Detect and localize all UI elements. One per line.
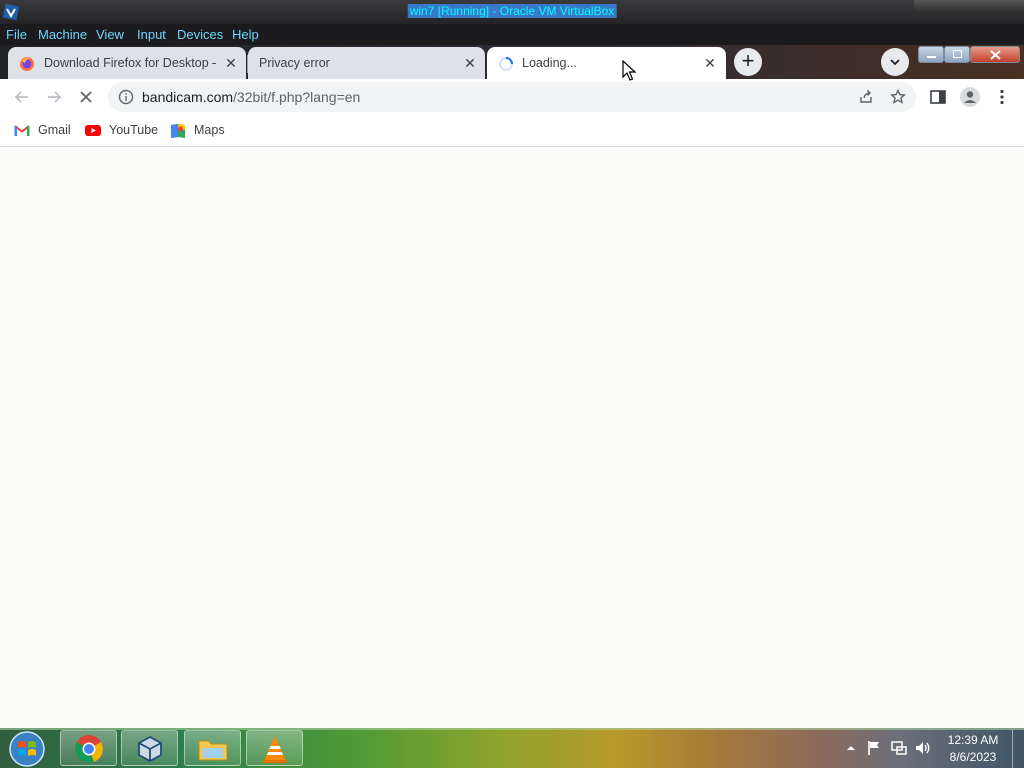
show-desktop-button[interactable] — [1012, 730, 1024, 768]
side-panel-icon[interactable] — [928, 87, 948, 107]
new-tab-button[interactable]: + — [734, 48, 762, 76]
mouse-cursor-icon — [622, 60, 636, 81]
bookmarks-bar: Gmail YouTube Maps — [0, 115, 1024, 147]
menu-view[interactable]: View — [96, 27, 124, 42]
taskbar-vlc[interactable] — [246, 730, 303, 766]
minimize-icon — [927, 56, 936, 58]
bookmark-label: Gmail — [38, 123, 71, 137]
virtualbox-icon — [2, 3, 20, 21]
network-icon[interactable] — [890, 740, 908, 756]
site-info-icon[interactable] — [118, 89, 134, 105]
menu-machine[interactable]: Machine — [38, 27, 87, 42]
stop-loading-icon[interactable] — [76, 87, 96, 107]
page-content[interactable] — [0, 148, 1024, 728]
back-arrow-icon[interactable] — [12, 87, 32, 107]
clock-time[interactable]: 12:39 AM — [940, 733, 1006, 748]
window-controls — [918, 46, 1022, 63]
vlc-icon — [263, 736, 287, 763]
spinner-icon — [499, 57, 513, 71]
tab-separator — [247, 55, 248, 73]
tab-search-button[interactable] — [881, 48, 909, 76]
volume-icon[interactable] — [914, 740, 932, 756]
taskbar-chrome[interactable] — [60, 730, 117, 766]
tab-title: Download Firefox for Desktop — — [44, 56, 216, 70]
explorer-icon — [198, 740, 228, 761]
bookmark-label: YouTube — [109, 123, 159, 137]
bookmark-maps[interactable]: Maps — [170, 123, 230, 139]
tab-strip: Download Firefox for Desktop — ✕ Privacy… — [0, 45, 1024, 79]
tab-close-icon[interactable]: ✕ — [223, 55, 239, 71]
bookmark-youtube[interactable]: YouTube — [85, 123, 160, 139]
title-bar-decoration — [914, 0, 1024, 14]
gmail-icon — [14, 125, 30, 136]
firefox-icon — [20, 57, 34, 71]
close-icon — [990, 50, 1001, 60]
start-button-icon[interactable] — [6, 730, 48, 768]
more-menu-icon[interactable] — [992, 87, 1012, 107]
clock-date[interactable]: 8/6/2023 — [940, 750, 1006, 765]
bookmark-star-icon[interactable] — [890, 89, 906, 105]
url-host: bandicam.com — [142, 89, 234, 105]
tab-close-icon[interactable]: ✕ — [462, 55, 478, 71]
virtualbox-icon — [138, 735, 162, 763]
youtube-icon — [85, 125, 101, 136]
url-text[interactable]: bandicam.com/32bit/f.php?lang=en — [142, 89, 360, 105]
restore-icon — [953, 50, 962, 58]
virtualbox-title-bar: win7 [Running] - Oracle VM VirtualBox — [0, 0, 1024, 24]
menu-help[interactable]: Help — [232, 27, 259, 42]
restore-button[interactable] — [944, 46, 970, 63]
action-center-flag-icon[interactable] — [866, 740, 882, 756]
system-tray — [842, 736, 942, 760]
tab-privacy-error[interactable]: Privacy error ✕ — [248, 47, 485, 79]
tab-firefox-download[interactable]: Download Firefox for Desktop — ✕ — [8, 47, 246, 79]
menu-file[interactable]: File — [6, 27, 27, 42]
menu-input[interactable]: Input — [137, 27, 166, 42]
maps-icon — [171, 124, 185, 138]
menu-devices[interactable]: Devices — [177, 27, 223, 42]
bookmark-gmail[interactable]: Gmail — [14, 123, 74, 139]
show-hidden-icons-icon[interactable] — [846, 744, 856, 752]
tab-close-icon[interactable]: ✕ — [702, 55, 718, 71]
address-bar[interactable]: bandicam.com/32bit/f.php?lang=en — [108, 82, 916, 112]
taskbar-explorer[interactable] — [184, 730, 241, 766]
bookmark-label: Maps — [194, 123, 225, 137]
minimize-button[interactable] — [918, 46, 944, 63]
chrome-icon — [75, 735, 103, 763]
browser-toolbar: bandicam.com/32bit/f.php?lang=en — [0, 79, 1024, 115]
window-title: win7 [Running] - Oracle VM VirtualBox — [407, 4, 617, 18]
url-path: /32bit/f.php?lang=en — [233, 89, 361, 105]
close-window-button[interactable] — [970, 46, 1020, 63]
profile-avatar-icon[interactable] — [959, 86, 981, 108]
tab-title: Privacy error — [259, 56, 330, 70]
chevron-down-icon — [890, 59, 900, 66]
tab-loading[interactable]: Loading... ✕ — [487, 47, 726, 79]
forward-arrow-icon[interactable] — [44, 87, 64, 107]
tab-title: Loading... — [522, 56, 577, 70]
taskbar-virtualbox[interactable] — [121, 730, 178, 766]
virtualbox-menu-bar: File Machine View Input Devices Help — [0, 24, 1024, 45]
share-icon[interactable] — [858, 89, 874, 105]
